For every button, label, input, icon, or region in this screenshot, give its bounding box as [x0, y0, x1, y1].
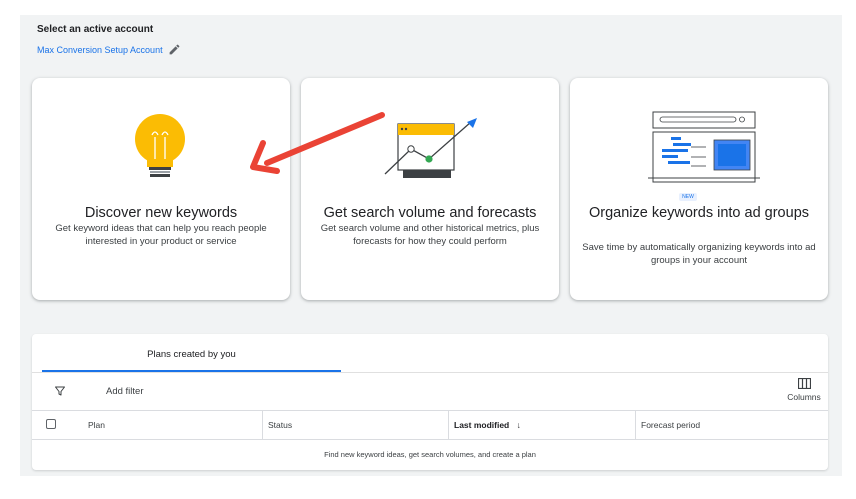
sort-arrow-icon: ↓	[516, 420, 521, 430]
card-description: Get keyword ideas that can help you reac…	[55, 223, 267, 247]
new-badge: NEW	[679, 193, 697, 201]
empty-state-message: Find new keyword ideas, get search volum…	[324, 450, 536, 459]
card-title: Discover new keywords	[84, 205, 238, 221]
plans-table-panel: Plans created by you Add filter Columns …	[32, 334, 828, 470]
table-header-row: Plan Status Last modified ↓ Forecast per…	[32, 411, 828, 439]
header-status[interactable]: Status	[262, 411, 292, 439]
card-title: Organize keywords into ad groups	[588, 205, 810, 221]
columns-icon	[797, 378, 811, 389]
pencil-icon[interactable]	[168, 43, 181, 56]
column-separator	[262, 411, 263, 439]
account-name-link[interactable]: Max Conversion Setup Account	[37, 45, 163, 55]
tab-plans-created-by-you[interactable]: Plans created by you	[42, 334, 341, 372]
active-account[interactable]: Max Conversion Setup Account	[37, 43, 181, 56]
columns-button[interactable]: Columns	[784, 378, 824, 402]
tab-divider	[32, 372, 828, 373]
column-separator	[448, 411, 449, 439]
header-last-modified-label: Last modified	[454, 420, 510, 430]
red-arrow-annotation	[250, 112, 385, 174]
card-description: Get search volume and other historical m…	[320, 223, 540, 247]
ad-groups-icon	[648, 111, 760, 183]
organize-keywords-card[interactable]: NEW Organize keywords into ad groups Sav…	[570, 78, 828, 300]
card-title: Get search volume and forecasts	[323, 205, 537, 221]
row-divider	[32, 439, 828, 440]
columns-label: Columns	[787, 392, 821, 402]
column-separator	[635, 411, 636, 439]
header-forecast-period[interactable]: Forecast period	[635, 411, 700, 439]
card-description: Save time by automatically organizing ke…	[582, 242, 816, 266]
header-last-modified[interactable]: Last modified ↓	[448, 411, 521, 439]
add-filter-button[interactable]: Add filter	[106, 386, 144, 397]
filter-icon[interactable]	[54, 385, 66, 397]
header-plan[interactable]: Plan	[82, 411, 105, 439]
account-section-title: Select an active account	[37, 24, 154, 35]
